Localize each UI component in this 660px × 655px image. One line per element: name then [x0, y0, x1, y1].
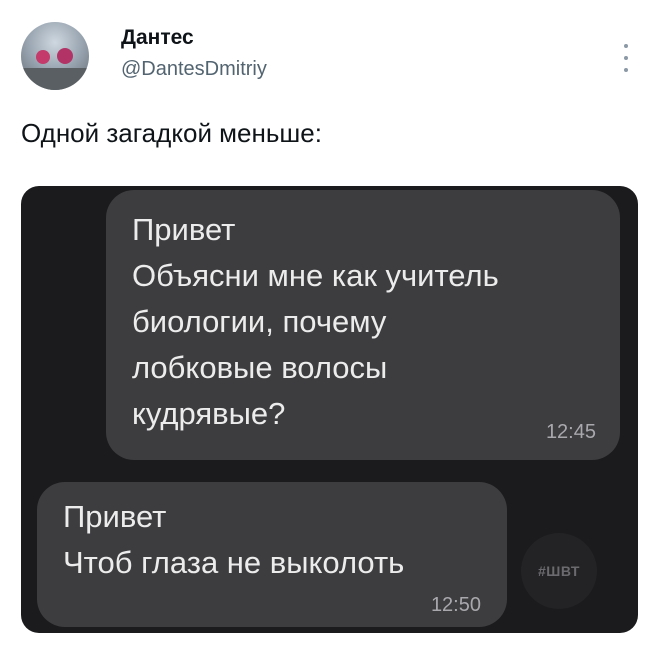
message-line: Привет	[63, 499, 167, 534]
watermark-logo: #ШВТ	[521, 533, 597, 609]
message-line: биологии, почему	[132, 304, 387, 339]
avatar-figure	[57, 48, 73, 64]
avatar[interactable]	[21, 22, 89, 90]
tweet-header: Дантес @DantesDmitriy	[21, 20, 641, 90]
message-text: Привет Чтоб глаза не выколоть	[63, 494, 404, 586]
message-line: Объясни мне как учитель	[132, 258, 499, 293]
dot	[624, 68, 628, 72]
author-name[interactable]: Дантес	[121, 26, 194, 50]
message-line: кудрявые?	[132, 396, 286, 431]
message-line: Чтоб глаза не выколоть	[63, 545, 405, 580]
message-bubble-incoming: Привет Чтоб глаза не выколоть 12:50	[37, 482, 507, 627]
message-bubble-outgoing: Привет Объясни мне как учитель биологии,…	[106, 190, 620, 460]
message-line: Привет	[132, 212, 236, 247]
author-handle[interactable]: @DantesDmitriy	[121, 58, 267, 81]
message-text: Привет Объясни мне как учитель биологии,…	[132, 207, 499, 437]
dot	[624, 44, 628, 48]
more-options-icon[interactable]	[623, 44, 629, 72]
tweet-media-image[interactable]: Привет Объясни мне как учитель биологии,…	[21, 186, 638, 633]
message-time: 12:45	[545, 421, 596, 443]
avatar-ground	[21, 68, 89, 90]
avatar-figure	[36, 50, 50, 64]
dot	[624, 56, 628, 60]
message-line: лобковые волосы	[132, 350, 388, 385]
tweet-text: Одной загадкой меньше:	[21, 118, 322, 148]
message-time: 12:50	[430, 594, 481, 616]
